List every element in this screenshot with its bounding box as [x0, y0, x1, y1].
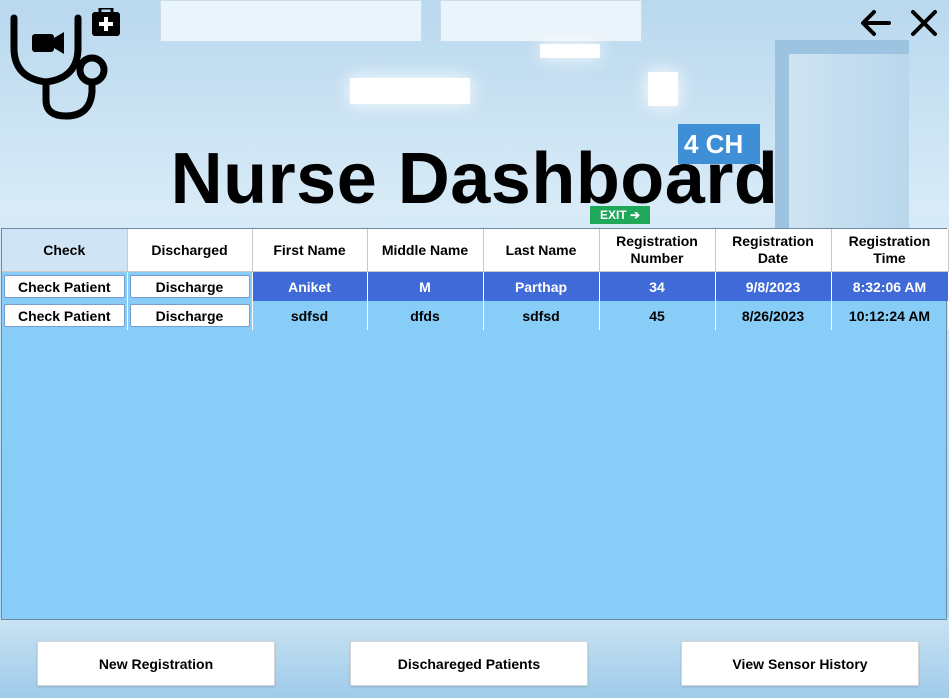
column-header-registration-number[interactable]: Registration Number: [599, 229, 716, 272]
column-header-middle-name[interactable]: Middle Name: [367, 229, 484, 272]
check-patient-button[interactable]: Check Patient: [4, 275, 125, 298]
column-header-last-name[interactable]: Last Name: [483, 229, 600, 272]
patients-data-grid[interactable]: Check Discharged First Name Middle Name …: [1, 228, 949, 620]
middle-name-cell[interactable]: dfds: [367, 301, 484, 330]
registration-date-cell[interactable]: 9/8/2023: [715, 271, 832, 301]
discharge-cell: Discharge: [127, 271, 253, 301]
first-name-cell[interactable]: Aniket: [252, 271, 368, 301]
stethoscope-video-logo-icon: [10, 8, 120, 120]
discharge-button[interactable]: Discharge: [129, 275, 250, 298]
view-sensor-history-button[interactable]: View Sensor History: [681, 641, 919, 686]
close-icon[interactable]: [907, 6, 941, 40]
table-header-row: Check Discharged First Name Middle Name …: [2, 229, 949, 272]
new-registration-button[interactable]: New Registration: [37, 641, 275, 686]
registration-number-cell[interactable]: 34: [599, 271, 716, 301]
discharged-patients-button[interactable]: Dischareged Patients: [350, 641, 588, 686]
column-header-first-name[interactable]: First Name: [252, 229, 368, 272]
table-row[interactable]: Check Patient Discharge Aniket M Parthap…: [2, 271, 949, 301]
check-patient-button[interactable]: Check Patient: [4, 304, 125, 327]
middle-name-cell[interactable]: M: [367, 271, 484, 301]
column-header-registration-date[interactable]: Registration Date: [715, 229, 832, 272]
column-header-discharged[interactable]: Discharged: [127, 229, 253, 272]
check-cell: Check Patient: [2, 301, 128, 330]
registration-date-cell[interactable]: 8/26/2023: [715, 301, 832, 330]
first-name-cell[interactable]: sdfsd: [252, 301, 368, 330]
column-header-registration-time[interactable]: Registration Time: [831, 229, 949, 272]
registration-time-cell[interactable]: 8:32:06 AM: [831, 271, 949, 301]
column-header-check[interactable]: Check: [2, 229, 128, 272]
arrow-left-icon[interactable]: [859, 6, 893, 40]
check-cell: Check Patient: [2, 271, 128, 301]
last-name-cell[interactable]: Parthap: [483, 271, 600, 301]
last-name-cell[interactable]: sdfsd: [483, 301, 600, 330]
page-title: Nurse Dashboard: [170, 139, 779, 219]
discharge-button[interactable]: Discharge: [129, 304, 250, 327]
discharge-cell: Discharge: [127, 301, 253, 330]
registration-time-cell[interactable]: 10:12:24 AM: [831, 301, 949, 330]
table-row[interactable]: Check Patient Discharge sdfsd dfds sdfsd…: [2, 301, 949, 330]
registration-number-cell[interactable]: 45: [599, 301, 716, 330]
